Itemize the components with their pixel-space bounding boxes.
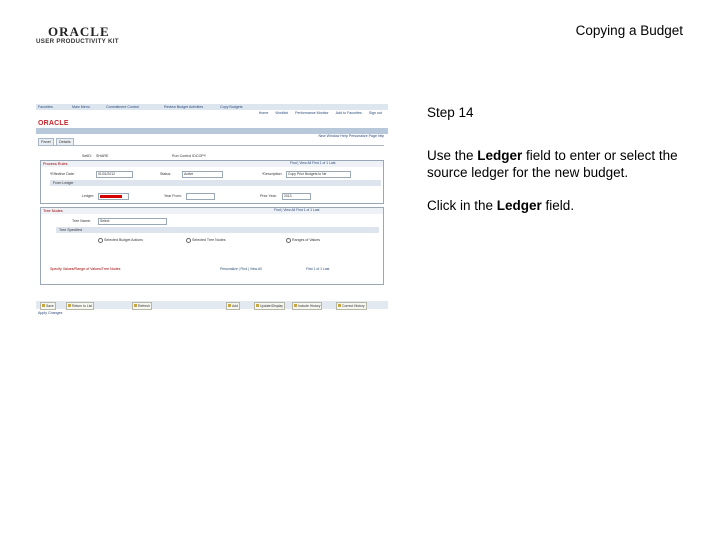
brand-header: Home Worklist Performance Monitor Add to… xyxy=(36,110,388,134)
action-part1: Click in the xyxy=(427,198,497,213)
include-history-button[interactable]: Include History xyxy=(292,302,323,310)
brand-logo: ORACLE xyxy=(38,120,69,127)
link-performance-monitor[interactable]: Performance Monitor xyxy=(295,111,329,115)
tree-specified-subhead: Tree Specified xyxy=(56,227,379,233)
ledger-label: Ledger: xyxy=(82,194,95,198)
ranges-page-nav[interactable]: First 1 of 1 Last xyxy=(306,267,329,271)
save-button[interactable]: Save xyxy=(40,302,56,310)
update-display-button[interactable]: Update/Display xyxy=(254,302,285,310)
prior-year-field[interactable]: 2013 xyxy=(282,193,311,200)
action-ledger-bold: Ledger xyxy=(496,198,542,213)
logo-subtitle: USER PRODUCTIVITY KIT xyxy=(36,38,119,45)
add-button[interactable]: Add xyxy=(226,302,241,310)
link-worklist[interactable]: Worklist xyxy=(275,111,288,115)
breadcrumb-main-menu[interactable]: Main Menu xyxy=(72,105,90,109)
link-personalize-page[interactable]: Personalize Page xyxy=(349,134,377,138)
tree-nodes-title: Tree Nodes xyxy=(43,209,63,213)
link-http[interactable]: http xyxy=(378,134,384,138)
tree-name-label: Tree Name: xyxy=(72,219,91,223)
radio-ranges-label: Ranges of Values xyxy=(292,238,321,242)
description-field[interactable]: Copy Prior Budgets to Ne xyxy=(286,171,351,178)
process-rules-title: Process Rules xyxy=(43,162,68,166)
breadcrumb-commitment-control[interactable]: Commitment Control xyxy=(106,105,139,109)
return-to-list-button[interactable]: Return to List xyxy=(66,302,95,310)
radio-ranges[interactable] xyxy=(286,238,291,243)
document-title: Copying a Budget xyxy=(575,23,683,38)
prior-year-label: Prior Year: xyxy=(260,194,277,198)
tree-nodes-header: Tree Nodes xyxy=(41,208,383,214)
ranges-nav[interactable]: Personalize | Find | View All xyxy=(220,267,262,271)
action-part2: field. xyxy=(541,198,575,213)
instruction-text: Use the Ledger field to enter or select … xyxy=(427,147,702,181)
radio-tree-nodes[interactable] xyxy=(186,238,191,243)
tree-nodes-nav[interactable]: Find | View All First 1 of 1 Last xyxy=(274,208,319,212)
breadcrumb-favorites[interactable]: Favorites xyxy=(38,105,53,109)
step-label: Step 14 xyxy=(427,105,474,120)
link-sign-out[interactable]: Sign out xyxy=(369,111,382,115)
link-home[interactable]: Home xyxy=(259,111,269,115)
from-ledger-subhead: From Ledger xyxy=(50,180,381,186)
setid-label: SetID: xyxy=(82,154,92,158)
application-screenshot: Favorites Main Menu Commitment Control R… xyxy=(36,104,388,320)
tree-nodes-section: Tree Nodes xyxy=(40,207,384,285)
refresh-button[interactable]: Refresh xyxy=(132,302,152,310)
ledger-field-highlight xyxy=(100,195,122,198)
page-nav-links: New Window Help Personalize Page http xyxy=(318,134,384,138)
action-text: Click in the Ledger field. xyxy=(427,198,574,213)
description-label: *Description: xyxy=(262,172,283,176)
status-label: Status: xyxy=(160,172,172,176)
top-links: Home Worklist Performance Monitor Add to… xyxy=(253,111,382,115)
status-select[interactable]: Active xyxy=(182,171,223,178)
radio-budget-actions[interactable] xyxy=(98,238,103,243)
tab-divider xyxy=(38,145,384,146)
breadcrumb-review-budget[interactable]: Review Budget Activities xyxy=(164,105,203,109)
link-new-window[interactable]: New Window xyxy=(318,134,339,138)
setid-value: SHARE xyxy=(96,154,109,158)
oracle-upk-logo: ORACLE USER PRODUCTIVITY KIT xyxy=(36,24,126,48)
radio-tree-nodes-label: Selected Tree Nodes xyxy=(192,238,226,242)
tree-name-select[interactable]: Select xyxy=(98,218,167,225)
run-control-label: Run Control ID: xyxy=(172,154,197,158)
apply-changes-link[interactable]: Apply Changes xyxy=(38,311,62,315)
effective-date-label: *Effective Date: xyxy=(50,172,75,176)
instruction-part1: Use the xyxy=(427,148,478,163)
link-help[interactable]: Help xyxy=(340,134,347,138)
correct-history-button[interactable]: Correct History xyxy=(336,302,367,310)
run-control-value: COPY xyxy=(196,154,207,158)
ranges-header: Specify Values/Range of Values/Tree Node… xyxy=(50,267,121,271)
radio-budget-actions-label: Selected Budget Actions xyxy=(104,238,143,242)
instruction-ledger-bold: Ledger xyxy=(477,148,523,163)
year-from-field[interactable] xyxy=(186,193,215,200)
process-rules-nav[interactable]: Find | View All First 1 of 1 Last xyxy=(290,161,335,165)
year-from-label: Year From: xyxy=(164,194,182,198)
breadcrumb-copy-budgets[interactable]: Copy Budgets xyxy=(220,105,243,109)
effective-date-field[interactable]: 01/01/2012 xyxy=(96,171,133,178)
link-add-to-favorites[interactable]: Add to Favorites xyxy=(336,111,362,115)
